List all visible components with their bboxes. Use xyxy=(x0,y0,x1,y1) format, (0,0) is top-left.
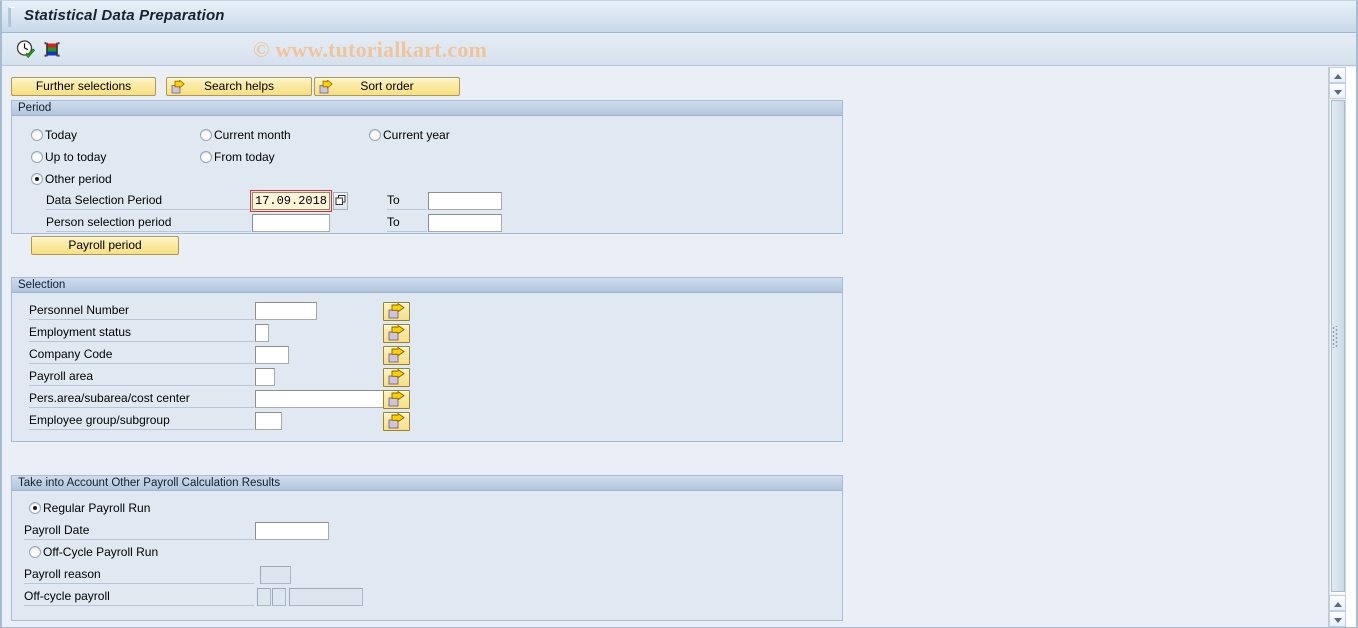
payroll-date-input[interactable] xyxy=(255,522,329,540)
yellow-arrow-icon xyxy=(171,79,185,94)
off-cycle-payroll-input-1[interactable] xyxy=(257,588,271,606)
person-selection-period-to-input[interactable] xyxy=(428,214,502,232)
data-selection-period-to-input[interactable] xyxy=(428,192,502,210)
selection-screen-body: Further selections Search helps Sort ord… xyxy=(2,67,1328,627)
personnel-number-input[interactable] xyxy=(255,302,317,320)
off-cycle-payroll-input-3[interactable] xyxy=(289,588,363,606)
radio-current-year-label: Current year xyxy=(383,128,450,142)
further-selections-label: Further selections xyxy=(35,79,132,93)
employee-group-subgroup-multi-select-button[interactable] xyxy=(383,412,410,431)
payroll-period-button[interactable]: Payroll period xyxy=(31,236,179,255)
yellow-arrow-icon xyxy=(388,412,405,429)
person-selection-period-input[interactable] xyxy=(252,214,330,232)
search-helps-label: Search helps xyxy=(203,79,275,93)
payroll-area-label: Payroll area xyxy=(29,369,254,386)
yellow-arrow-icon xyxy=(388,390,405,407)
payroll-date-label: Payroll Date xyxy=(24,523,254,540)
period-group-title: Period xyxy=(12,101,842,116)
company-code-multi-select-button[interactable] xyxy=(383,346,410,365)
payroll-area-input[interactable] xyxy=(255,368,275,386)
company-code-input[interactable] xyxy=(255,346,289,364)
radio-mark-icon xyxy=(200,151,212,163)
pers-area-subarea-cost-center-multi-select-button[interactable] xyxy=(383,390,410,409)
pers-area-subarea-cost-center-input[interactable] xyxy=(255,390,387,408)
scroll-up-button-bottom[interactable] xyxy=(1329,595,1346,611)
scroll-up-button-top[interactable] xyxy=(1329,67,1346,83)
radio-mark-icon xyxy=(369,129,381,141)
radio-mark-icon xyxy=(31,151,43,163)
radio-mark-icon xyxy=(31,173,43,185)
execute-button[interactable] xyxy=(14,38,38,61)
selection-group-title: Selection xyxy=(12,278,842,293)
sort-order-label: Sort order xyxy=(360,79,414,93)
window-grip-icon xyxy=(8,7,15,27)
window-title-bar: Statistical Data Preparation xyxy=(2,1,1356,33)
data-selection-period-to-label: To xyxy=(387,193,427,210)
scroll-down-button-top[interactable] xyxy=(1329,83,1346,99)
right-edge-pane xyxy=(1346,67,1356,627)
personnel-number-label: Personnel Number xyxy=(29,303,254,320)
data-selection-period-input[interactable]: 17.09.2018 xyxy=(250,190,332,212)
off-cycle-payroll-label: Off-cycle payroll xyxy=(24,589,254,606)
payroll-reason-input[interactable] xyxy=(260,566,291,584)
sap-selection-screen: Statistical Data Preparation © www.tutor… xyxy=(0,0,1358,628)
radio-current-month-label: Current month xyxy=(214,128,291,142)
data-selection-period-label: Data Selection Period xyxy=(46,193,251,210)
search-helps-button[interactable]: Search helps xyxy=(166,77,312,96)
company-code-label: Company Code xyxy=(29,347,254,364)
personnel-number-multi-select-button[interactable] xyxy=(383,302,410,321)
radio-today-label: Today xyxy=(45,128,78,142)
radio-mark-icon xyxy=(31,129,43,141)
payroll-results-group-body: Regular Payroll Run Payroll Date Off-Cyc… xyxy=(12,492,842,620)
page-title: Statistical Data Preparation xyxy=(24,7,225,24)
yellow-arrow-icon xyxy=(319,79,333,94)
radio-regular-payroll-run-label: Regular Payroll Run xyxy=(43,501,151,515)
payroll-reason-label: Payroll reason xyxy=(24,567,254,584)
selection-group-body: Personnel Number Employment status Compa… xyxy=(12,294,842,441)
employment-status-input[interactable] xyxy=(255,324,269,342)
overlapping-squares-icon xyxy=(335,195,346,205)
employee-group-subgroup-label: Employee group/subgroup xyxy=(29,413,254,430)
radio-from-today-label: From today xyxy=(214,150,275,164)
execute-print-button[interactable] xyxy=(40,38,64,61)
person-selection-period-label: Person selection period xyxy=(46,215,251,232)
employment-status-label: Employment status xyxy=(29,325,254,342)
payroll-results-group-title: Take into Account Other Payroll Calculat… xyxy=(12,476,842,491)
yellow-arrow-icon xyxy=(388,368,405,385)
radio-up-to-today-label: Up to today xyxy=(45,150,107,164)
sort-order-button[interactable]: Sort order xyxy=(314,77,460,96)
person-selection-period-to-label: To xyxy=(387,215,427,232)
yellow-arrow-icon xyxy=(388,346,405,363)
period-group-body: Today Current month Current year Up to t… xyxy=(12,117,842,255)
data-selection-period-matchcode-button[interactable] xyxy=(333,192,348,210)
employment-status-multi-select-button[interactable] xyxy=(383,324,410,343)
yellow-arrow-icon xyxy=(388,324,405,341)
further-selections-button[interactable]: Further selections xyxy=(11,77,156,96)
payroll-area-multi-select-button[interactable] xyxy=(383,368,410,387)
pers-area-subarea-cost-center-label: Pers.area/subarea/cost center xyxy=(29,391,254,408)
radio-mark-icon xyxy=(29,546,41,558)
selection-group: Selection Personnel Number Employment st… xyxy=(11,277,843,442)
off-cycle-payroll-input-2[interactable] xyxy=(272,588,286,606)
application-toolbar xyxy=(2,33,1356,66)
color-bars-icon xyxy=(44,42,60,57)
scroll-down-button-bottom[interactable] xyxy=(1329,611,1346,627)
radio-other-period-label: Other period xyxy=(45,172,112,186)
payroll-period-label: Payroll period xyxy=(68,238,142,252)
splitter-grip-handle[interactable] xyxy=(1332,326,1339,348)
radio-off-cycle-payroll-run-label: Off-Cycle Payroll Run xyxy=(43,545,159,559)
payroll-results-group: Take into Account Other Payroll Calculat… xyxy=(11,475,843,621)
employee-group-subgroup-input[interactable] xyxy=(255,412,282,430)
radio-mark-icon xyxy=(29,502,41,514)
yellow-arrow-icon xyxy=(388,302,405,319)
radio-mark-icon xyxy=(200,129,212,141)
period-group: Period Today Current month Current year … xyxy=(11,100,843,255)
clock-check-icon xyxy=(16,40,36,59)
